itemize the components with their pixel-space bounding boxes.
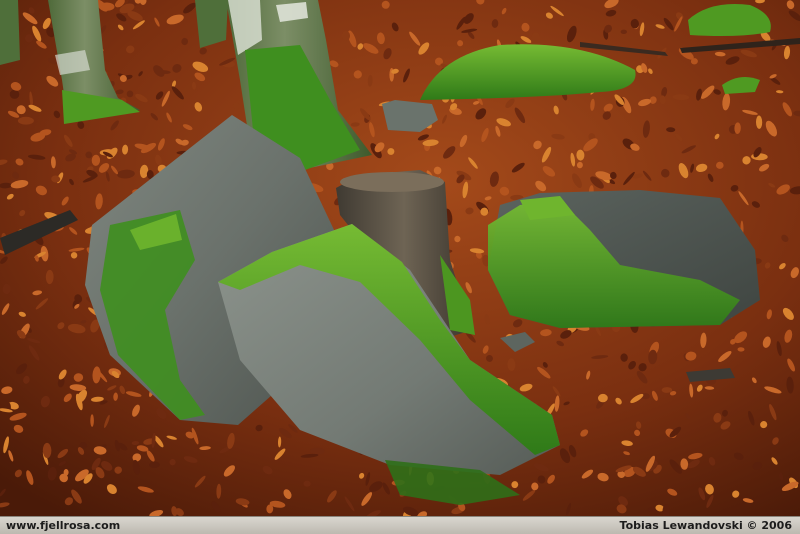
boulder-right bbox=[488, 190, 760, 328]
leaf bbox=[303, 480, 311, 487]
photographer-credit: Tobias Lewandovski © 2006 bbox=[619, 519, 792, 532]
website-caption: www.fjellrosa.com bbox=[6, 519, 121, 532]
leaf bbox=[620, 29, 627, 34]
photo-frame: www.fjellrosa.com Tobias Lewandovski © 2… bbox=[0, 0, 800, 534]
forest-photo bbox=[0, 0, 800, 516]
caption-bar: www.fjellrosa.com Tobias Lewandovski © 2… bbox=[0, 516, 800, 534]
leaf bbox=[309, 447, 325, 455]
leaf bbox=[17, 116, 34, 125]
leaf bbox=[63, 468, 69, 476]
leaf bbox=[90, 414, 94, 427]
